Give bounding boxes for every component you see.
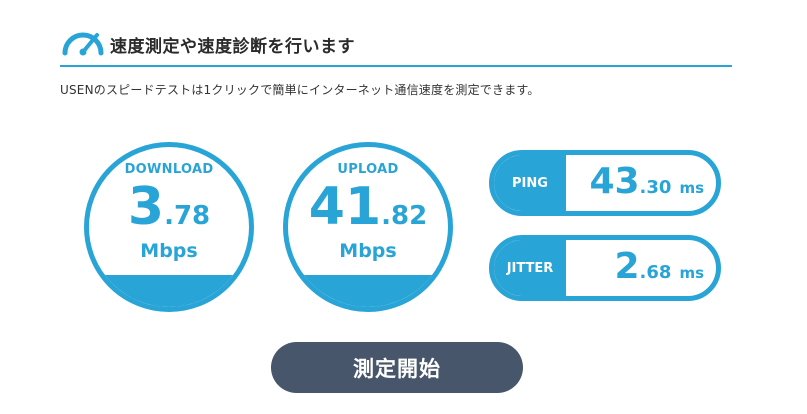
ping-value-dec: .30 — [639, 177, 672, 198]
page-header: 速度測定や速度診断を行います — [60, 24, 732, 67]
description-text: USENのスピードテストは1クリックで簡単にインターネット通信速度を測定できます… — [60, 83, 540, 97]
upload-label: UPLOAD — [337, 162, 399, 177]
jitter-meter: JITTER 2.68 ms — [489, 235, 721, 301]
jitter-value: 2.68 ms — [614, 246, 704, 287]
page-title: 速度測定や速度診断を行います — [110, 37, 355, 57]
jitter-value-dec: .68 — [639, 262, 672, 283]
upload-value: 41.82 — [288, 177, 448, 237]
upload-value-dec: .82 — [381, 201, 428, 231]
jitter-unit: ms — [679, 264, 704, 282]
jitter-value-int: 2 — [614, 246, 640, 287]
upload-value-int: 41 — [308, 177, 382, 237]
download-unit: Mbps — [140, 240, 198, 262]
download-meter: DOWNLOAD 3.78 Mbps — [84, 142, 254, 312]
ping-value: 43.30 ms — [589, 161, 704, 202]
upload-fill — [288, 275, 448, 307]
download-value-dec: .78 — [164, 201, 211, 231]
speedometer-icon — [62, 32, 104, 56]
download-fill — [89, 275, 249, 307]
ping-unit: ms — [679, 179, 704, 197]
download-value: 3.78 — [89, 177, 249, 237]
download-value-int: 3 — [127, 177, 165, 237]
download-label: DOWNLOAD — [124, 162, 214, 177]
upload-unit: Mbps — [339, 240, 397, 262]
ping-label: PING — [494, 155, 566, 211]
header-divider — [60, 65, 732, 67]
ping-value-int: 43 — [589, 161, 640, 202]
start-measurement-button[interactable]: 測定開始 — [271, 342, 523, 393]
upload-meter: UPLOAD 41.82 Mbps — [283, 142, 453, 312]
jitter-label: JITTER — [494, 240, 566, 296]
ping-meter: PING 43.30 ms — [489, 150, 721, 216]
